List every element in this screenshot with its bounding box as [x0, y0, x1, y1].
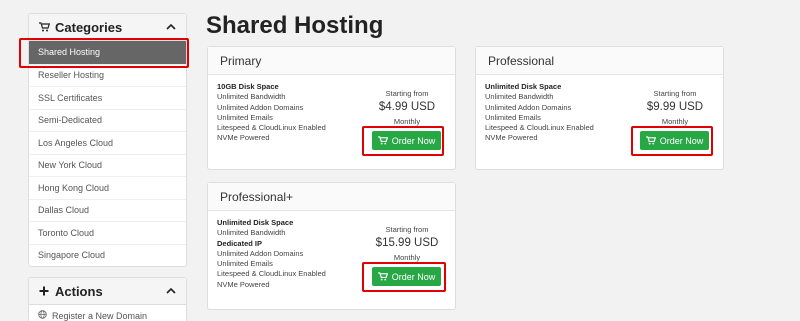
- starting-label: Starting from: [653, 89, 697, 98]
- sidebar-item-new-york-cloud[interactable]: New York Cloud: [29, 153, 186, 177]
- actions-panel: Actions Register a New Domain: [28, 277, 187, 321]
- product-name: Primary: [208, 47, 455, 75]
- cart-icon: [39, 22, 55, 32]
- chevron-up-icon[interactable]: [166, 286, 176, 297]
- order-now-button[interactable]: Order Now: [372, 267, 441, 286]
- price-box: Starting from $4.99 USD Monthly: [362, 89, 452, 126]
- sidebar-item-hong-kong-cloud[interactable]: Hong Kong Cloud: [29, 176, 186, 199]
- sidebar-item-reseller-hosting[interactable]: Reseller Hosting: [29, 63, 186, 87]
- cart-icon: [377, 136, 388, 145]
- globe-icon: [38, 310, 52, 321]
- order-now-button[interactable]: Order Now: [640, 131, 709, 150]
- feature-item: Unlimited Bandwidth: [217, 92, 286, 102]
- order-now-label: Order Now: [391, 135, 436, 146]
- chevron-up-icon[interactable]: [166, 22, 176, 33]
- category-list: Shared Hosting Reseller Hosting SSL Cert…: [29, 41, 186, 266]
- feature-item: Unlimited Addon Domains: [217, 248, 304, 258]
- order-now-label: Order Now: [659, 135, 704, 146]
- categories-panel: Categories Shared Hosting Reseller Hosti…: [28, 13, 187, 267]
- product-name: Professional: [476, 47, 723, 75]
- feature-item: NVMe Powered: [485, 133, 538, 143]
- actions-header[interactable]: Actions: [29, 278, 186, 305]
- sidebar-item-label: New York Cloud: [38, 160, 103, 171]
- feature-item: 10GB Disk Space: [217, 82, 279, 91]
- price: $9.99 USD: [646, 101, 704, 113]
- feature-item: Litespeed & CloudLinux Enabled: [485, 123, 594, 133]
- feature-item: NVMe Powered: [217, 279, 270, 289]
- categories-title: Categories: [55, 19, 123, 35]
- feature-item: Litespeed & CloudLinux Enabled: [217, 123, 326, 133]
- register-domain-label: Register a New Domain: [52, 311, 148, 321]
- sidebar-item-label: Hong Kong Cloud: [38, 182, 110, 193]
- order-now-label: Order Now: [391, 271, 436, 282]
- feature-list: Unlimited Disk Space Unlimited Bandwidth…: [217, 218, 326, 290]
- billing-cycle: Monthly: [661, 117, 689, 126]
- sidebar-item-label: Singapore Cloud: [38, 250, 106, 261]
- feature-item: NVMe Powered: [217, 133, 270, 143]
- page-title: Shared Hosting: [206, 12, 384, 39]
- feature-list: 10GB Disk Space Unlimited Bandwidth Unli…: [217, 82, 326, 144]
- price-box: Starting from $9.99 USD Monthly: [630, 89, 720, 126]
- feature-item: Unlimited Disk Space: [217, 218, 294, 227]
- feature-item: Unlimited Emails: [217, 112, 273, 122]
- price: $15.99 USD: [375, 237, 439, 249]
- sidebar-item-shared-hosting[interactable]: Shared Hosting: [29, 41, 186, 64]
- product-name: Professional+: [208, 183, 455, 211]
- starting-label: Starting from: [385, 225, 429, 234]
- price: $4.99 USD: [378, 101, 436, 113]
- sidebar-item-label: Semi-Dedicated: [38, 115, 103, 126]
- feature-item: Unlimited Emails: [485, 112, 541, 122]
- feature-item: Unlimited Addon Domains: [217, 102, 304, 112]
- cart-icon: [645, 136, 656, 145]
- feature-list: Unlimited Disk Space Unlimited Bandwidth…: [485, 82, 594, 144]
- cart-icon: [377, 272, 388, 281]
- register-domain-link[interactable]: Register a New Domain: [29, 305, 186, 321]
- sidebar-item-label: Dallas Cloud: [38, 205, 90, 216]
- sidebar-item-semi-dedicated[interactable]: Semi-Dedicated: [29, 108, 186, 132]
- sidebar-item-dallas-cloud[interactable]: Dallas Cloud: [29, 198, 186, 222]
- feature-item: Unlimited Bandwidth: [485, 92, 554, 102]
- sidebar-item-label: SSL Certificates: [38, 92, 103, 103]
- feature-item: Unlimited Bandwidth: [217, 228, 286, 238]
- billing-cycle: Monthly: [393, 253, 421, 262]
- feature-item: Unlimited Emails: [217, 259, 273, 269]
- billing-cycle: Monthly: [393, 117, 421, 126]
- feature-item: Unlimited Addon Domains: [485, 102, 572, 112]
- feature-item: Dedicated IP: [217, 238, 263, 248]
- sidebar-item-label: Toronto Cloud: [38, 227, 95, 238]
- price-box: Starting from $15.99 USD Monthly: [362, 225, 452, 262]
- categories-header[interactable]: Categories: [29, 14, 186, 41]
- starting-label: Starting from: [385, 89, 429, 98]
- sidebar-item-label: Los Angeles Cloud: [38, 137, 114, 148]
- plus-icon: [39, 286, 55, 296]
- product-card-professional-plus: Professional+ Unlimited Disk Space Unlim…: [207, 182, 456, 310]
- sidebar-item-label: Reseller Hosting: [38, 70, 105, 81]
- sidebar-item-ssl-certificates[interactable]: SSL Certificates: [29, 86, 186, 109]
- sidebar-item-label: Shared Hosting: [38, 47, 101, 58]
- actions-title: Actions: [55, 283, 103, 299]
- product-card-professional: Professional Unlimited Disk Space Unlimi…: [475, 46, 724, 170]
- feature-item: Unlimited Disk Space: [485, 82, 562, 91]
- sidebar-item-singapore-cloud[interactable]: Singapore Cloud: [29, 243, 186, 267]
- sidebar-item-los-angeles-cloud[interactable]: Los Angeles Cloud: [29, 131, 186, 154]
- feature-item: Litespeed & CloudLinux Enabled: [217, 269, 326, 279]
- sidebar-item-toronto-cloud[interactable]: Toronto Cloud: [29, 221, 186, 244]
- product-card-primary: Primary 10GB Disk Space Unlimited Bandwi…: [207, 46, 456, 170]
- order-now-button[interactable]: Order Now: [372, 131, 441, 150]
